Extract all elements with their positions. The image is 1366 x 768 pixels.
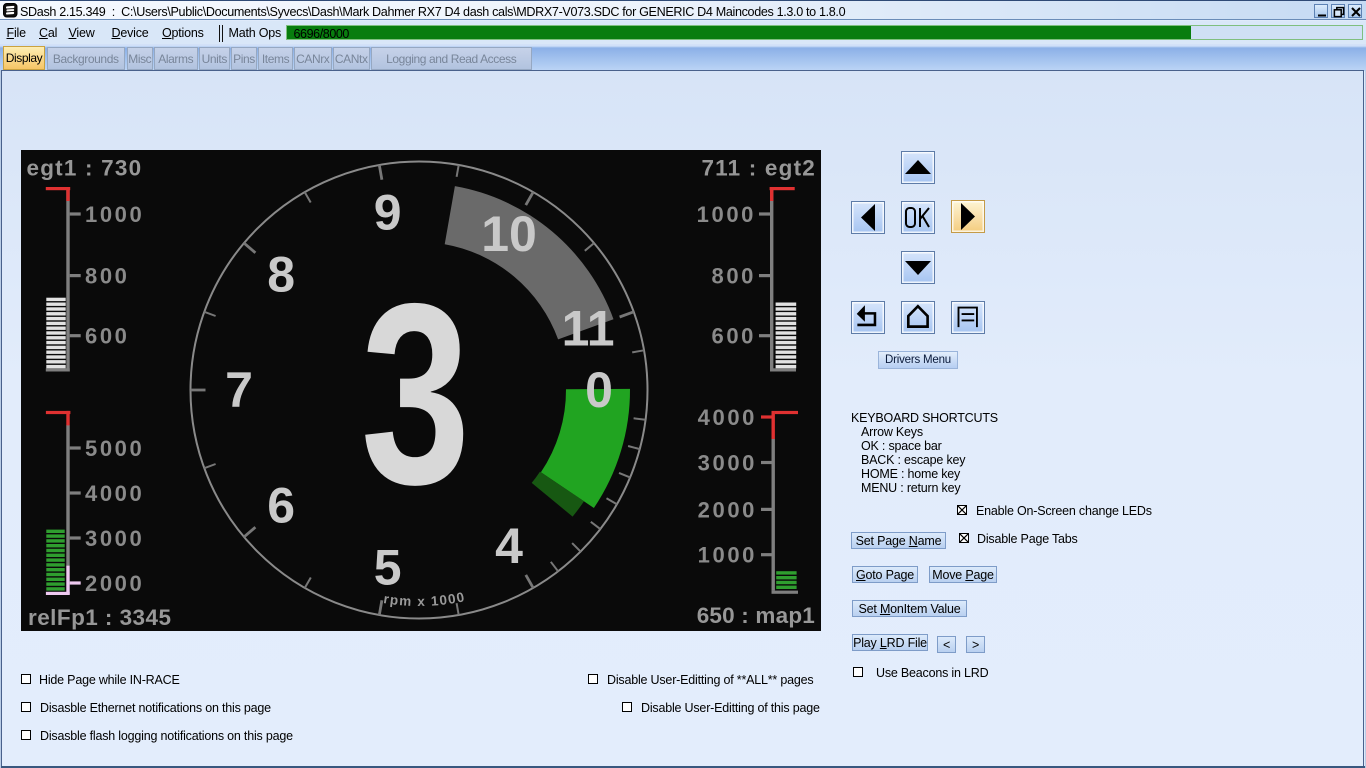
svg-text:1000: 1000	[698, 543, 757, 568]
svg-text:3000: 3000	[698, 451, 757, 476]
svg-text:711 : egt2: 711 : egt2	[701, 156, 816, 181]
svg-text:egt1 : 730: egt1 : 730	[27, 156, 143, 181]
svg-text:650 : map1: 650 : map1	[697, 603, 815, 628]
svg-text:4000: 4000	[698, 405, 757, 430]
svg-text:5: 5	[374, 539, 402, 595]
svg-text:9: 9	[374, 185, 402, 241]
svg-text:2000: 2000	[85, 571, 144, 596]
svg-text:0: 0	[585, 362, 613, 418]
svg-text:4: 4	[495, 518, 523, 574]
svg-text:6: 6	[267, 478, 295, 534]
svg-text:1000: 1000	[697, 202, 756, 227]
svg-text:11: 11	[562, 300, 615, 356]
svg-text:3000: 3000	[85, 526, 144, 551]
svg-text:5000: 5000	[85, 436, 144, 461]
svg-text:600: 600	[711, 324, 756, 349]
svg-text:800: 800	[711, 264, 756, 289]
svg-text:1000: 1000	[85, 202, 144, 227]
svg-text:600: 600	[85, 324, 130, 349]
svg-text:4000: 4000	[85, 481, 144, 506]
svg-text:3: 3	[361, 249, 471, 538]
svg-text:relFp1 : 3345: relFp1 : 3345	[28, 605, 171, 630]
svg-text:10: 10	[481, 206, 537, 262]
svg-text:800: 800	[85, 264, 130, 289]
svg-text:2000: 2000	[698, 497, 757, 522]
svg-text:8: 8	[267, 246, 295, 302]
svg-text:7: 7	[225, 362, 253, 418]
